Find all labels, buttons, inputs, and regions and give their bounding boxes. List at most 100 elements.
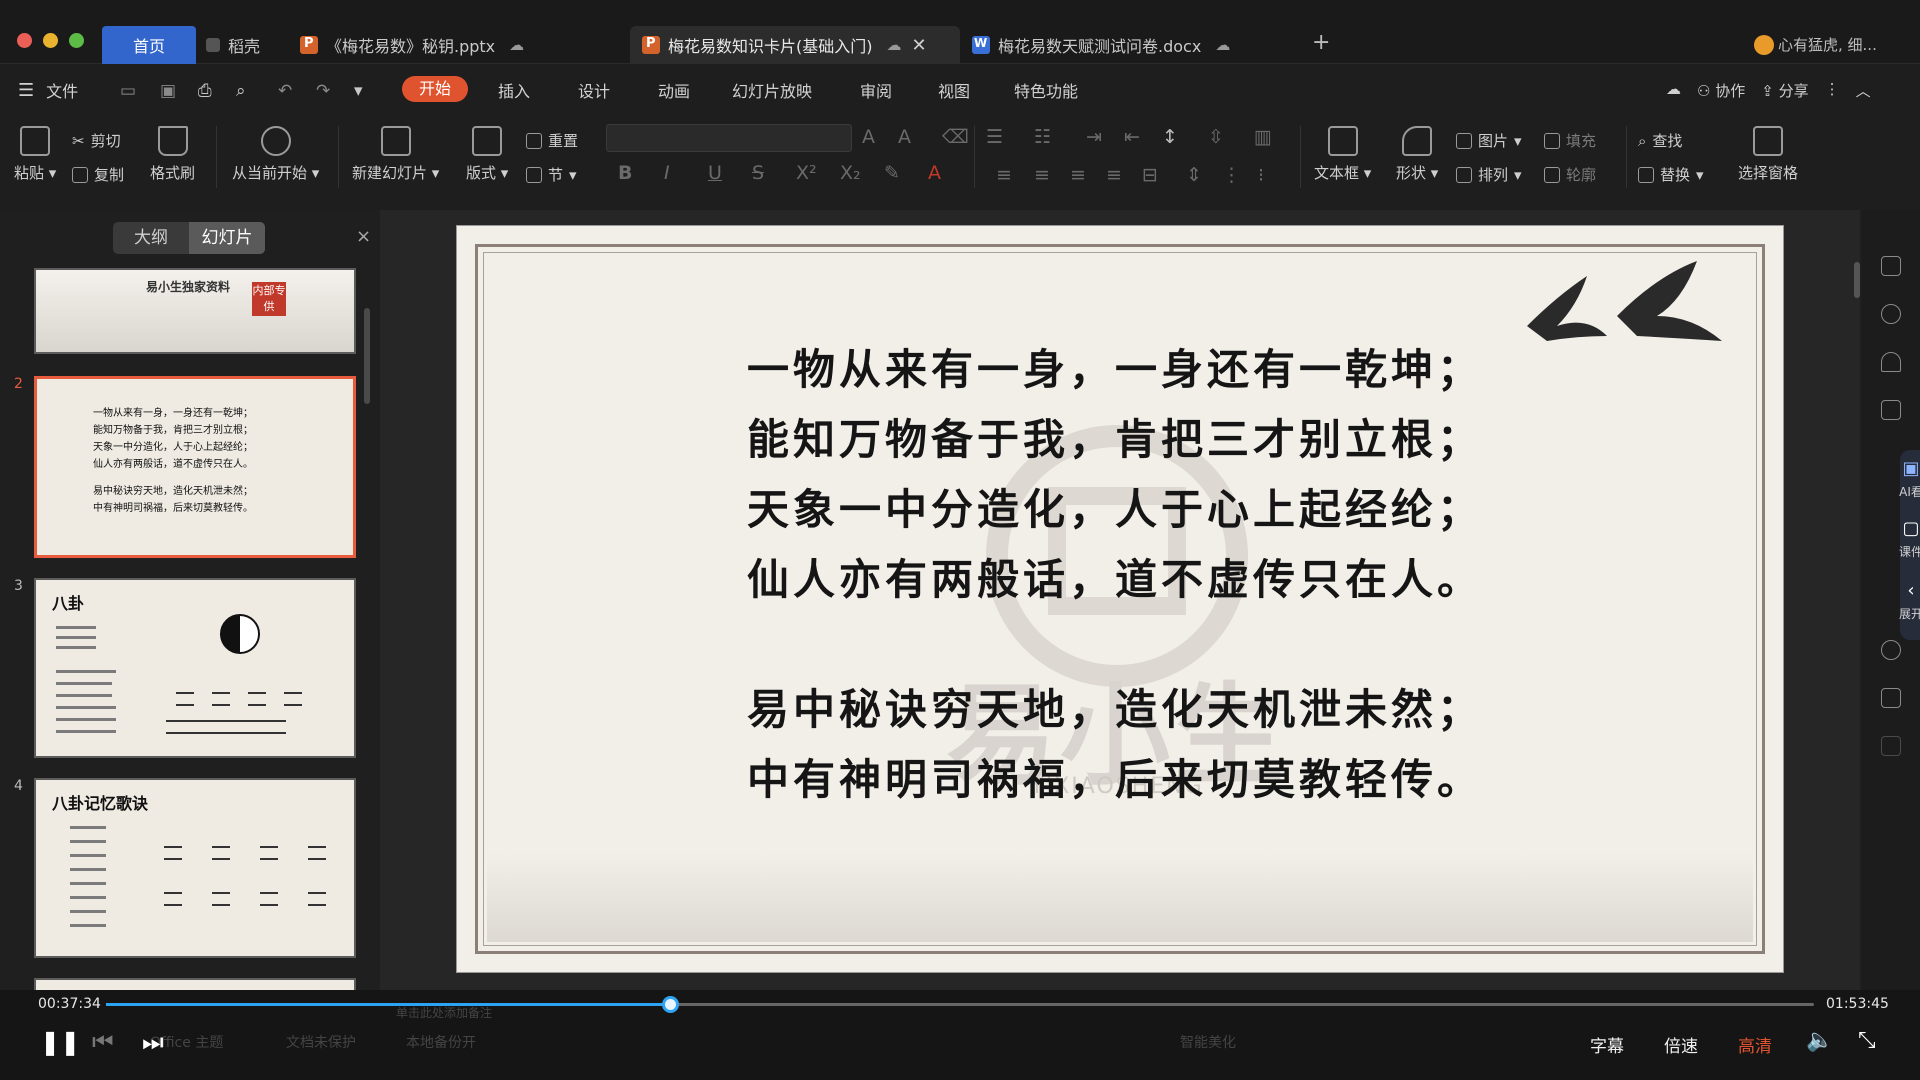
print-icon[interactable]: ⎙ — [198, 81, 212, 101]
arrange-button[interactable]: 排列 ▾ — [1456, 164, 1522, 185]
slide-scrollbar[interactable] — [1854, 262, 1860, 298]
menu-design[interactable]: 设计 — [578, 78, 610, 102]
tab-outline[interactable]: 大纲 — [113, 222, 189, 254]
underline-icon[interactable]: U — [708, 162, 722, 184]
collab-button[interactable]: ⚇ 协作 — [1697, 80, 1745, 101]
indent-icon[interactable]: ⇥ — [1086, 126, 1102, 148]
tab-document-pptx1[interactable]: 《梅花易数》秘钥.pptx ☁ — [300, 26, 630, 64]
collapse-ribbon-icon[interactable]: ︿ — [1856, 80, 1871, 101]
font-grow-icon[interactable]: A — [862, 126, 875, 148]
bold-icon[interactable]: B — [618, 162, 632, 184]
slide-thumbnail-3[interactable]: 八卦 — [34, 578, 356, 758]
close-tab-icon[interactable]: ✕ — [912, 35, 927, 56]
previous-icon[interactable]: ⏮ — [92, 1028, 114, 1056]
menu-insert[interactable]: 插入 — [498, 78, 530, 102]
fill-button[interactable]: 填充 — [1544, 130, 1596, 151]
align-right-icon[interactable]: ≡ — [1070, 164, 1086, 186]
textbox-button[interactable]: 文本框 ▾ — [1314, 126, 1371, 183]
align-left-icon[interactable]: ≡ — [996, 164, 1012, 186]
slide-thumbnail-1[interactable]: 易小生独家资料 内部专供 — [34, 268, 356, 354]
tab-daoke[interactable]: 稻壳 — [206, 26, 286, 64]
window-close-button[interactable] — [17, 33, 32, 48]
volume-icon[interactable]: 🔈 — [1806, 1028, 1833, 1053]
history-icon[interactable] — [1881, 640, 1901, 660]
bullets-icon[interactable]: ☰ — [986, 126, 1003, 148]
justify-icon[interactable]: ≡ — [1106, 164, 1122, 186]
print-preview-icon[interactable]: ⌕ — [236, 81, 246, 101]
strikethrough-icon[interactable]: S — [752, 162, 764, 184]
superscript-icon[interactable]: X² — [796, 162, 817, 184]
redo-icon[interactable]: ↷ — [316, 81, 330, 101]
outline-button[interactable]: 轮廓 — [1544, 164, 1596, 185]
pause-button[interactable]: ❚❚ — [40, 1028, 80, 1056]
close-panel-icon[interactable]: × — [356, 226, 371, 247]
layout-button[interactable]: 版式 ▾ — [466, 126, 508, 183]
line-spacing-icon[interactable]: ↕ — [1162, 126, 1178, 148]
copy-button[interactable]: 复制 — [72, 164, 124, 185]
paste-button[interactable]: 粘贴 ▾ — [14, 126, 56, 183]
font-color-icon[interactable]: A — [928, 162, 941, 184]
cube-icon[interactable] — [1881, 736, 1901, 756]
ai-look-button[interactable]: ▣ AI看 — [1882, 458, 1920, 500]
find-button[interactable]: ⌕ 查找 — [1638, 130, 1682, 151]
highlight-icon[interactable]: ✎ — [884, 162, 900, 184]
tab-document-docx[interactable]: 梅花易数天赋测试问卷.docx ☁ — [972, 26, 1292, 64]
shape-button[interactable]: 形状 ▾ — [1396, 126, 1438, 183]
exit-fullscreen-icon[interactable]: ⤡ — [1858, 1028, 1876, 1053]
menu-view[interactable]: 视图 — [938, 78, 970, 102]
share-button[interactable]: ⇪ 分享 — [1761, 80, 1808, 101]
next-icon[interactable]: ⏭ — [142, 1028, 164, 1056]
progress-track[interactable] — [106, 996, 1814, 1013]
menu-review[interactable]: 审阅 — [860, 78, 892, 102]
image-tools-icon[interactable] — [1881, 688, 1901, 708]
italic-icon[interactable]: I — [664, 162, 670, 184]
select-pane-button[interactable]: 选择窗格 — [1738, 126, 1798, 183]
user-account[interactable]: 心有猛虎, 细... — [1754, 34, 1877, 55]
menu-start[interactable]: 开始 — [402, 76, 468, 102]
new-slide-button[interactable]: 新建幻灯片 ▾ — [352, 126, 439, 183]
tab-document-pptx2-active[interactable]: 梅花易数知识卡片(基础入门) ☁ ✕ — [630, 26, 960, 64]
shape-tools-icon[interactable] — [1881, 304, 1901, 324]
menu-special-features[interactable]: 特色功能 — [1014, 78, 1078, 102]
tab-home[interactable]: 首页 — [102, 26, 196, 64]
reset-button[interactable]: 重置 — [526, 130, 578, 151]
distribute-icon[interactable]: ⊟ — [1142, 164, 1158, 186]
menu-file[interactable]: ☰ 文件 — [18, 78, 78, 102]
outdent-icon[interactable]: ⇤ — [1124, 126, 1140, 148]
menu-slideshow[interactable]: 幻灯片放映 — [732, 78, 812, 102]
thumbnail-scrollbar[interactable] — [364, 308, 370, 404]
picture-button[interactable]: 图片 ▾ — [1456, 130, 1522, 151]
slide-tools-icon[interactable] — [1881, 256, 1901, 276]
text-column-icon[interactable]: ▥ — [1254, 126, 1272, 148]
align-center-icon[interactable]: ≡ — [1034, 164, 1050, 186]
align-text-icon[interactable]: ⇕ — [1186, 164, 1202, 186]
replace-button[interactable]: 替换 ▾ — [1638, 164, 1704, 185]
slide-thumbnail-4[interactable]: 八卦记忆歌诀 — [34, 778, 356, 958]
menu-animation[interactable]: 动画 — [658, 78, 690, 102]
font-shrink-icon[interactable]: A — [898, 126, 911, 148]
play-from-current-button[interactable]: 从当前开始 ▾ — [232, 126, 319, 183]
paragraph-icon[interactable]: ⁝ — [1258, 164, 1264, 186]
speed-button[interactable]: 倍速 — [1664, 1032, 1698, 1057]
cut-button[interactable]: ✂ 剪切 — [72, 130, 121, 151]
font-name-select[interactable] — [606, 124, 852, 152]
text-direction-icon[interactable]: ⇳ — [1208, 126, 1224, 148]
subtitle-button[interactable]: 字幕 — [1590, 1032, 1624, 1057]
quality-button[interactable]: 高清 — [1738, 1032, 1772, 1057]
open-folder-icon[interactable]: ▭ — [120, 81, 136, 101]
more-icon[interactable]: ⋮ — [1825, 80, 1840, 101]
chart-tools-icon[interactable] — [1881, 400, 1901, 420]
customize-dropdown-icon[interactable]: ▾ — [354, 81, 363, 101]
new-tab-button[interactable]: + — [1312, 30, 1330, 55]
save-icon[interactable]: ▣ — [160, 81, 176, 101]
convert-smartart-icon[interactable]: ⋮ — [1222, 164, 1241, 186]
undo-icon[interactable]: ↶ — [278, 81, 292, 101]
tab-slides[interactable]: 幻灯片 — [189, 222, 265, 254]
window-minimize-button[interactable] — [43, 33, 58, 48]
numbering-icon[interactable]: ☷ — [1034, 126, 1051, 148]
subscript-icon[interactable]: X₂ — [840, 162, 861, 184]
format-painter-button[interactable]: 格式刷 — [150, 126, 195, 183]
slide-thumbnail-2[interactable]: 一物从来有一身，一身还有一乾坤； 能知万物备于我，肯把三才别立根； 天象一中分造… — [34, 376, 356, 558]
current-slide[interactable]: 易小生 YIXIAOSHENG 一物从来有一身，一身还有一乾坤； 能知万物备于我… — [456, 225, 1784, 973]
expand-button[interactable]: ‹ 展开 — [1882, 580, 1920, 622]
